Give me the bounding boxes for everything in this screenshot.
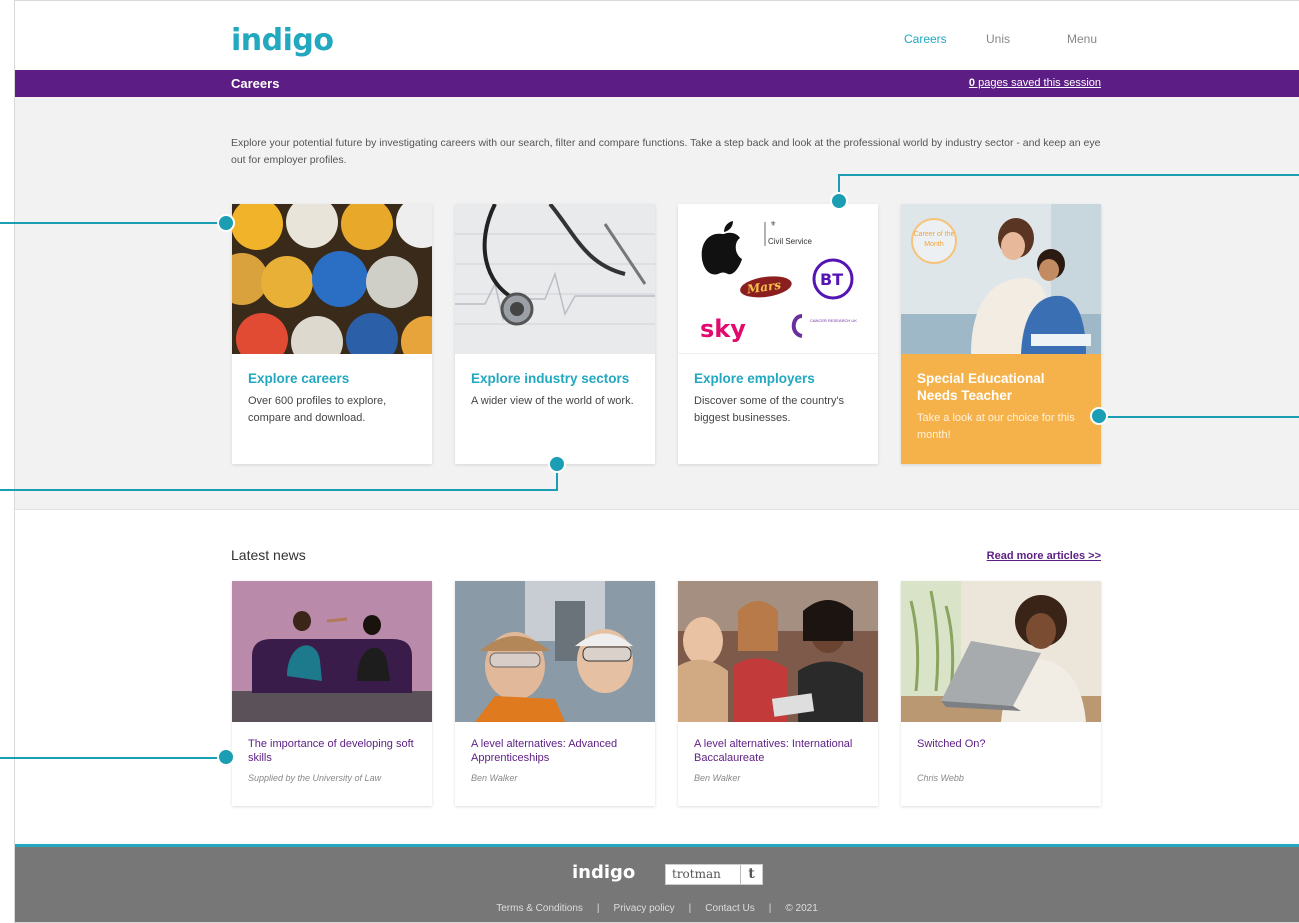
- trotman-wordmark: trotman: [672, 867, 721, 881]
- apple-logo: [701, 232, 742, 275]
- footer-indigo-logo[interactable]: indigo: [572, 862, 635, 883]
- bt-logo: BT: [820, 270, 843, 289]
- card-explore-careers[interactable]: Explore careers Over 600 profiles to exp…: [232, 204, 432, 464]
- stethoscope-image: [455, 204, 655, 354]
- card-title: Explore careers: [248, 371, 350, 386]
- callout-line: [838, 174, 1299, 176]
- callout-dot: [217, 748, 235, 766]
- section-title: Careers: [231, 76, 280, 91]
- privacy-link[interactable]: Privacy policy: [614, 903, 675, 914]
- career-of-month-badge: Career of the Month: [911, 218, 957, 264]
- saved-text: pages saved this session: [975, 77, 1101, 89]
- callout-dot: [830, 192, 848, 210]
- site-footer: indigo trotman t Terms & Conditions | Priv…: [15, 844, 1299, 922]
- saved-pages-link[interactable]: 0 pages saved this session: [969, 77, 1101, 89]
- nav-careers[interactable]: Careers: [904, 32, 947, 46]
- news-title: The importance of developing soft skills: [248, 738, 414, 764]
- news-image-switched-on: [901, 581, 1101, 722]
- news-title: A level alternatives: International Bacc…: [694, 738, 853, 764]
- terms-link[interactable]: Terms & Conditions: [496, 903, 583, 914]
- news-title: Switched On?: [917, 738, 986, 750]
- latest-news-heading: Latest news: [231, 547, 306, 563]
- callout-line: [0, 222, 223, 224]
- news-card-switched-on[interactable]: Switched On? Chris Webb: [901, 581, 1101, 806]
- news-card-soft-skills[interactable]: The importance of developing soft skills…: [232, 581, 432, 806]
- footer-links: Terms & Conditions | Privacy policy | Contac…: [496, 903, 818, 914]
- section-bar: Careers 0 pages saved this session: [15, 70, 1299, 97]
- news-image-apprenticeships: [455, 581, 655, 722]
- card-desc: Discover some of the country's biggest b…: [694, 395, 845, 424]
- news-author: Ben Walker: [694, 773, 741, 783]
- read-more-articles-link[interactable]: Read more articles >>: [987, 550, 1101, 562]
- callout-dot: [217, 214, 235, 232]
- trotman-logo[interactable]: trotman t: [665, 864, 763, 885]
- nav-menu[interactable]: Menu: [1067, 32, 1097, 46]
- card-desc: Take a look at our choice for this month…: [917, 412, 1075, 441]
- cancer-research-logo: CANCER RESEARCH UK: [810, 318, 857, 323]
- hard-hats-image: [232, 204, 432, 354]
- news-image-soft-skills: [232, 581, 432, 722]
- card-career-of-the-month[interactable]: Career of the Month Special Educational …: [901, 204, 1101, 464]
- trotman-t-mark: t: [740, 865, 762, 884]
- news-title: A level alternatives: Advanced Apprentic…: [471, 738, 618, 764]
- svg-text:⚜: ⚜: [770, 220, 776, 228]
- news-card-apprenticeships[interactable]: A level alternatives: Advanced Apprentic…: [455, 581, 655, 806]
- civil-service-logo: Civil Service: [768, 237, 813, 246]
- careers-section: Explore your potential future by investi…: [15, 97, 1299, 510]
- nav-unis[interactable]: Unis: [986, 32, 1010, 46]
- news-image-baccalaureate: [678, 581, 878, 722]
- employer-logos-image: ⚜ Civil Service Mars BT sky CANCER RESEA…: [678, 204, 878, 354]
- card-explore-employers[interactable]: ⚜ Civil Service Mars BT sky CANCER RESEA…: [678, 204, 878, 464]
- copyright: © 2021: [785, 903, 818, 914]
- card-title: Explore employers: [694, 371, 815, 386]
- indigo-logo[interactable]: indigo: [231, 23, 334, 58]
- news-author: Ben Walker: [471, 773, 518, 783]
- news-author: Supplied by the University of Law: [248, 773, 382, 783]
- sky-logo: sky: [700, 315, 746, 343]
- news-card-baccalaureate[interactable]: A level alternatives: International Bacc…: [678, 581, 878, 806]
- callout-line: [0, 757, 223, 759]
- intro-text: Explore your potential future by investi…: [231, 137, 1101, 166]
- contact-link[interactable]: Contact Us: [705, 903, 754, 914]
- card-explore-industry-sectors[interactable]: Explore industry sectors A wider view of…: [455, 204, 655, 464]
- callout-line: [1098, 416, 1299, 418]
- teacher-photo: Career of the Month: [901, 204, 1101, 354]
- browser-page: indigo Careers Unis Menu Careers 0 pages…: [14, 0, 1299, 923]
- callout-dot: [548, 455, 566, 473]
- card-title: Special Educational Needs Teacher: [917, 371, 1045, 403]
- callout-dot: [1090, 407, 1108, 425]
- callout-line: [0, 489, 558, 491]
- site-header: indigo Careers Unis Menu: [15, 1, 1299, 70]
- card-desc: A wider view of the world of work.: [471, 395, 634, 407]
- card-desc: Over 600 profiles to explore, compare an…: [248, 395, 387, 424]
- news-author: Chris Webb: [917, 773, 964, 783]
- card-title: Explore industry sectors: [471, 371, 630, 386]
